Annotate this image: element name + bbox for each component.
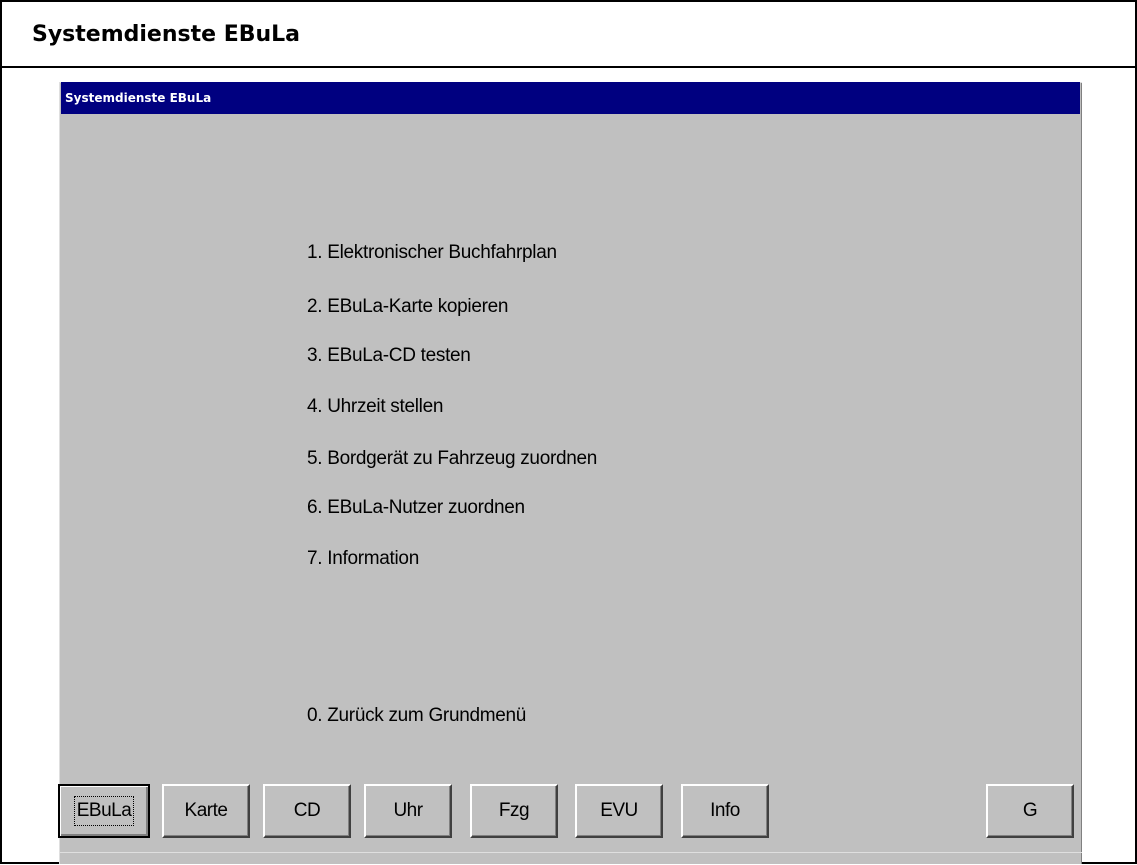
evu-button-label: EVU <box>600 800 638 821</box>
karte-button-label: Karte <box>184 800 228 821</box>
fzg-button[interactable]: Fzg <box>470 784 558 838</box>
info-button-label: Info <box>710 800 740 821</box>
systemdienste-dialog: Systemdienste EBuLa 1. Elektronischer Bu… <box>58 82 1082 865</box>
cd-button-label: CD <box>293 800 321 821</box>
outer-window-title: Systemdienste EBuLa <box>2 2 1135 68</box>
dialog-bottom-edge <box>59 852 1082 865</box>
menu-item-uhrzeit-stellen[interactable]: 4. Uhrzeit stellen <box>307 396 443 418</box>
menu-item-elektronischer-buchfahrplan[interactable]: 1. Elektronischer Buchfahrplan <box>307 242 557 264</box>
uhr-button[interactable]: Uhr <box>364 784 452 838</box>
menu-item-nutzer-zuordnen[interactable]: 6. EBuLa-Nutzer zuordnen <box>307 497 525 519</box>
evu-button[interactable]: EVU <box>575 784 663 838</box>
cd-button[interactable]: CD <box>263 784 351 838</box>
menu-item-zurueck-grundmenue[interactable]: 0. Zurück zum Grundmenü <box>307 705 526 727</box>
uhr-button-label: Uhr <box>393 800 423 821</box>
g-button[interactable]: G <box>986 784 1074 838</box>
menu-item-bordgeraet-zuordnen[interactable]: 5. Bordgerät zu Fahrzeug zuordnen <box>307 448 597 470</box>
menu-item-cd-testen[interactable]: 3. EBuLa-CD testen <box>307 345 471 367</box>
menu-item-information[interactable]: 7. Information <box>307 548 419 570</box>
g-button-label: G <box>1022 800 1038 821</box>
menu-item-karte-kopieren[interactable]: 2. EBuLa-Karte kopieren <box>307 296 508 318</box>
ebula-button-label: EBuLa <box>73 796 135 826</box>
ebula-button[interactable]: EBuLa <box>58 784 150 838</box>
dialog-titlebar: Systemdienste EBuLa <box>61 82 1080 114</box>
info-button[interactable]: Info <box>681 784 769 838</box>
karte-button[interactable]: Karte <box>162 784 250 838</box>
fzg-button-label: Fzg <box>498 800 530 821</box>
